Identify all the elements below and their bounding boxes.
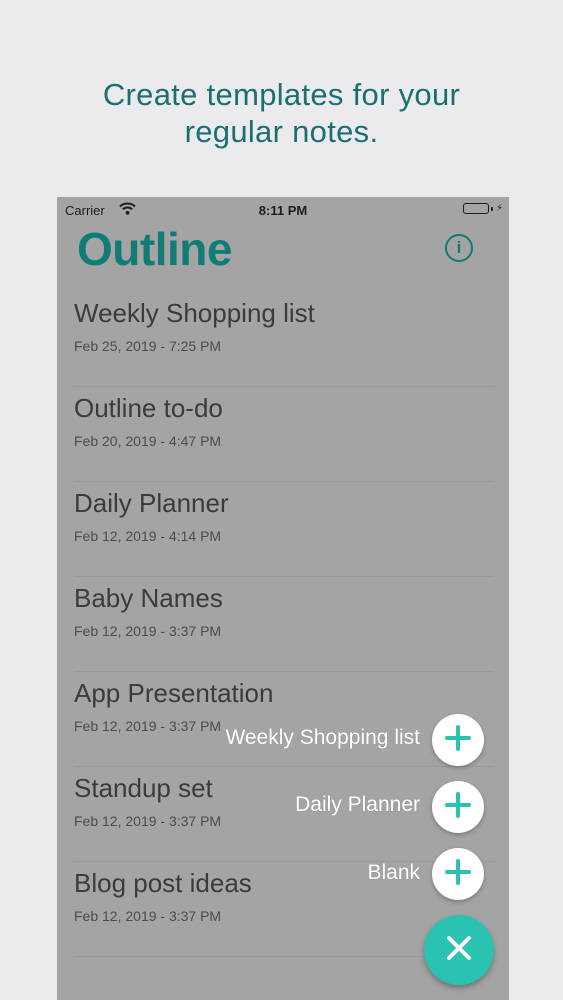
fab-option-label-blank[interactable]: Blank [367, 861, 420, 885]
close-icon [444, 933, 474, 968]
add-blank-button[interactable] [432, 848, 484, 900]
note-date: Feb 12, 2019 - 3:37 PM [74, 908, 222, 924]
note-title: Daily Planner [74, 488, 229, 518]
fab-option-label-weekly-shopping[interactable]: Weekly Shopping list [225, 726, 420, 750]
list-item[interactable]: App Presentation Feb 12, 2019 - 3:37 PM [74, 672, 494, 767]
note-date: Feb 12, 2019 - 3:37 PM [74, 623, 222, 639]
add-daily-planner-button[interactable] [432, 781, 484, 833]
phone-screen: Carrier 8:11 PM ⚡ Outline i Weekly Shopp… [57, 197, 509, 1000]
notes-list: Weekly Shopping list Feb 25, 2019 - 7:25… [74, 292, 494, 957]
note-date: Feb 25, 2019 - 7:25 PM [74, 338, 222, 354]
note-date: Feb 12, 2019 - 3:37 PM [74, 813, 222, 829]
fab-option-label-daily-planner[interactable]: Daily Planner [295, 793, 420, 817]
note-title: Blog post ideas [74, 868, 252, 898]
promo-headline-line2: regular notes. [184, 114, 379, 149]
page-title: Outline [77, 223, 232, 275]
status-bar: Carrier 8:11 PM ⚡ [57, 197, 509, 223]
list-item[interactable]: Standup set Feb 12, 2019 - 3:37 PM [74, 767, 494, 862]
note-date: Feb 12, 2019 - 3:37 PM [74, 718, 222, 734]
promo-headline-line1: Create templates for your [102, 77, 461, 112]
note-date: Feb 12, 2019 - 4:14 PM [74, 528, 222, 544]
plus-icon [444, 791, 472, 824]
note-date: Feb 20, 2019 - 4:47 PM [74, 433, 222, 449]
note-title: Outline to-do [74, 393, 223, 423]
list-item[interactable]: Outline to-do Feb 20, 2019 - 4:47 PM [74, 387, 494, 482]
note-title: Standup set [74, 773, 213, 803]
promo-headline: Create templates for your regular notes. [0, 76, 563, 150]
list-item[interactable]: Baby Names Feb 12, 2019 - 3:37 PM [74, 577, 494, 672]
note-title: Weekly Shopping list [74, 298, 315, 328]
close-fab-button[interactable] [424, 915, 494, 985]
plus-icon [444, 724, 472, 757]
note-title: App Presentation [74, 678, 274, 708]
plus-icon [444, 858, 472, 891]
charging-bolt-icon: ⚡ [495, 203, 503, 214]
note-title: Baby Names [74, 583, 223, 613]
info-icon[interactable]: i [445, 234, 473, 262]
add-weekly-shopping-button[interactable] [432, 714, 484, 766]
list-item[interactable]: Daily Planner Feb 12, 2019 - 4:14 PM [74, 482, 494, 577]
battery-icon: ⚡ [462, 203, 503, 214]
list-item[interactable]: Weekly Shopping list Feb 25, 2019 - 7:25… [74, 292, 494, 387]
status-time: 8:11 PM [258, 203, 308, 218]
